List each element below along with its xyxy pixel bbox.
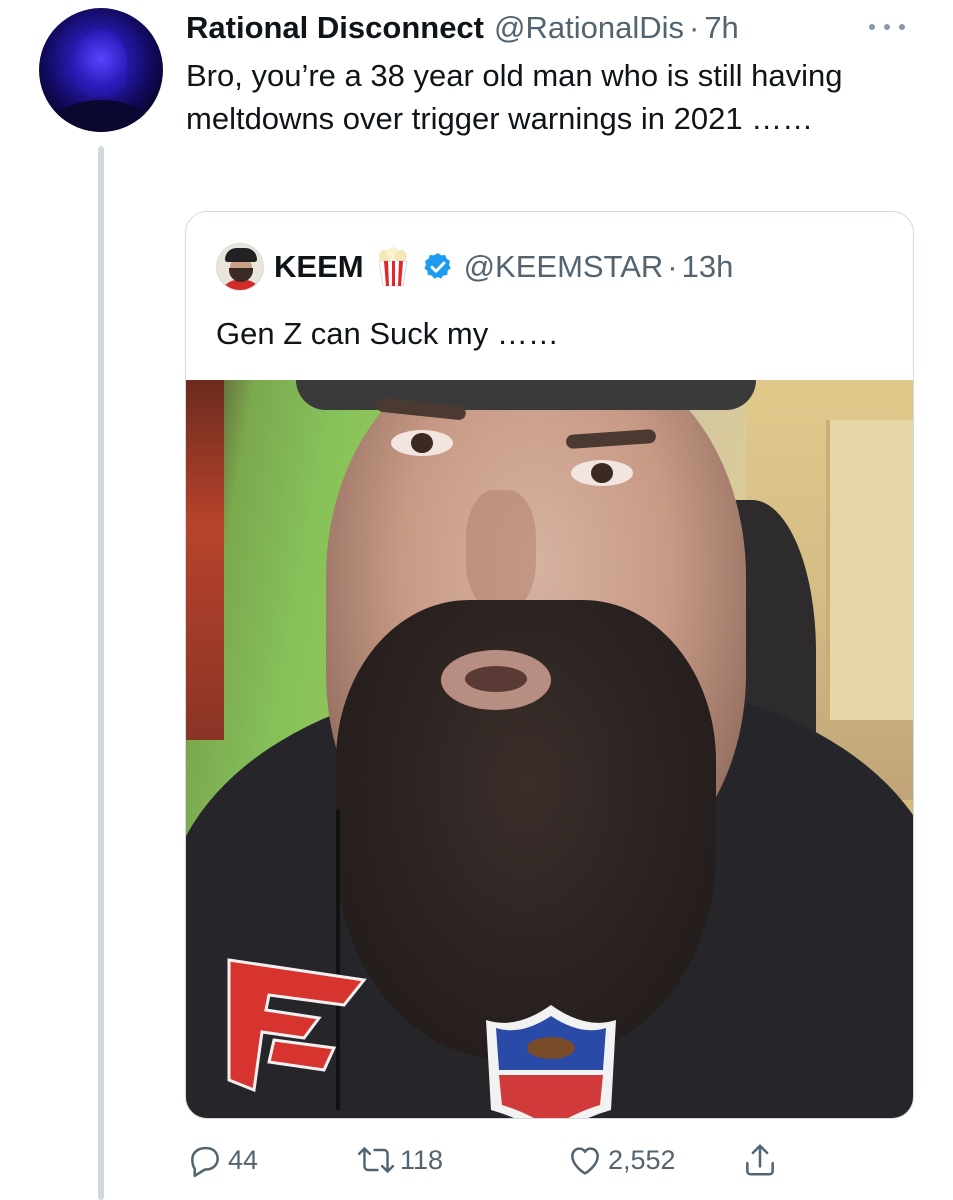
nfl-logo-icon: [486, 1005, 616, 1118]
like-button[interactable]: 2,552: [566, 1140, 676, 1180]
display-name[interactable]: Rational Disconnect: [186, 8, 484, 48]
quoted-user-handle: @KEEMSTAR: [463, 249, 664, 284]
separator-dot: ·: [688, 10, 700, 45]
video-thumbnail[interactable]: [186, 380, 913, 1118]
thread-line: [98, 146, 104, 1200]
faze-logo-icon: [227, 958, 367, 1093]
popcorn-icon: [376, 247, 410, 287]
tweet-header: Rational Disconnect @RationalDis · 7h: [186, 6, 913, 50]
quoted-separator-dot: ·: [667, 249, 678, 284]
tweet-text: Bro, you’re a 38 year old man who is sti…: [186, 58, 843, 136]
tweet-timestamp[interactable]: 7h: [704, 8, 738, 48]
retweet-button[interactable]: 118: [356, 1140, 443, 1180]
like-count: 2,552: [608, 1144, 676, 1175]
quoted-avatar-icon: [216, 243, 264, 291]
quoted-timestamp: 13h: [681, 249, 734, 284]
tweet-actions: 44 118 2,552: [186, 1140, 796, 1180]
reply-icon: [191, 1146, 219, 1178]
more-options-icon[interactable]: [861, 12, 913, 42]
quoted-tweet-header: KEEM @KEEMSTAR · 13h: [216, 242, 893, 292]
profile-avatar-icon[interactable]: [39, 8, 163, 132]
share-icon: [746, 1144, 774, 1176]
quoted-display-name: KEEM: [274, 249, 364, 284]
tweet[interactable]: Rational Disconnect @RationalDis · 7h Br…: [0, 0, 953, 1200]
like-icon: [571, 1147, 599, 1175]
user-handle[interactable]: @RationalDis: [494, 8, 684, 48]
reply-button[interactable]: 44: [186, 1140, 258, 1180]
quoted-tweet-text: Gen Z can Suck my ……: [216, 316, 559, 351]
share-button[interactable]: [741, 1140, 783, 1180]
quoted-tweet[interactable]: KEEM @KEEMSTAR · 13h Gen Z can Suck my ……: [185, 211, 914, 1119]
retweet-count: 118: [400, 1144, 444, 1175]
reply-count: 44: [228, 1144, 259, 1175]
verified-badge-icon: [423, 253, 451, 279]
retweet-icon: [357, 1147, 395, 1173]
